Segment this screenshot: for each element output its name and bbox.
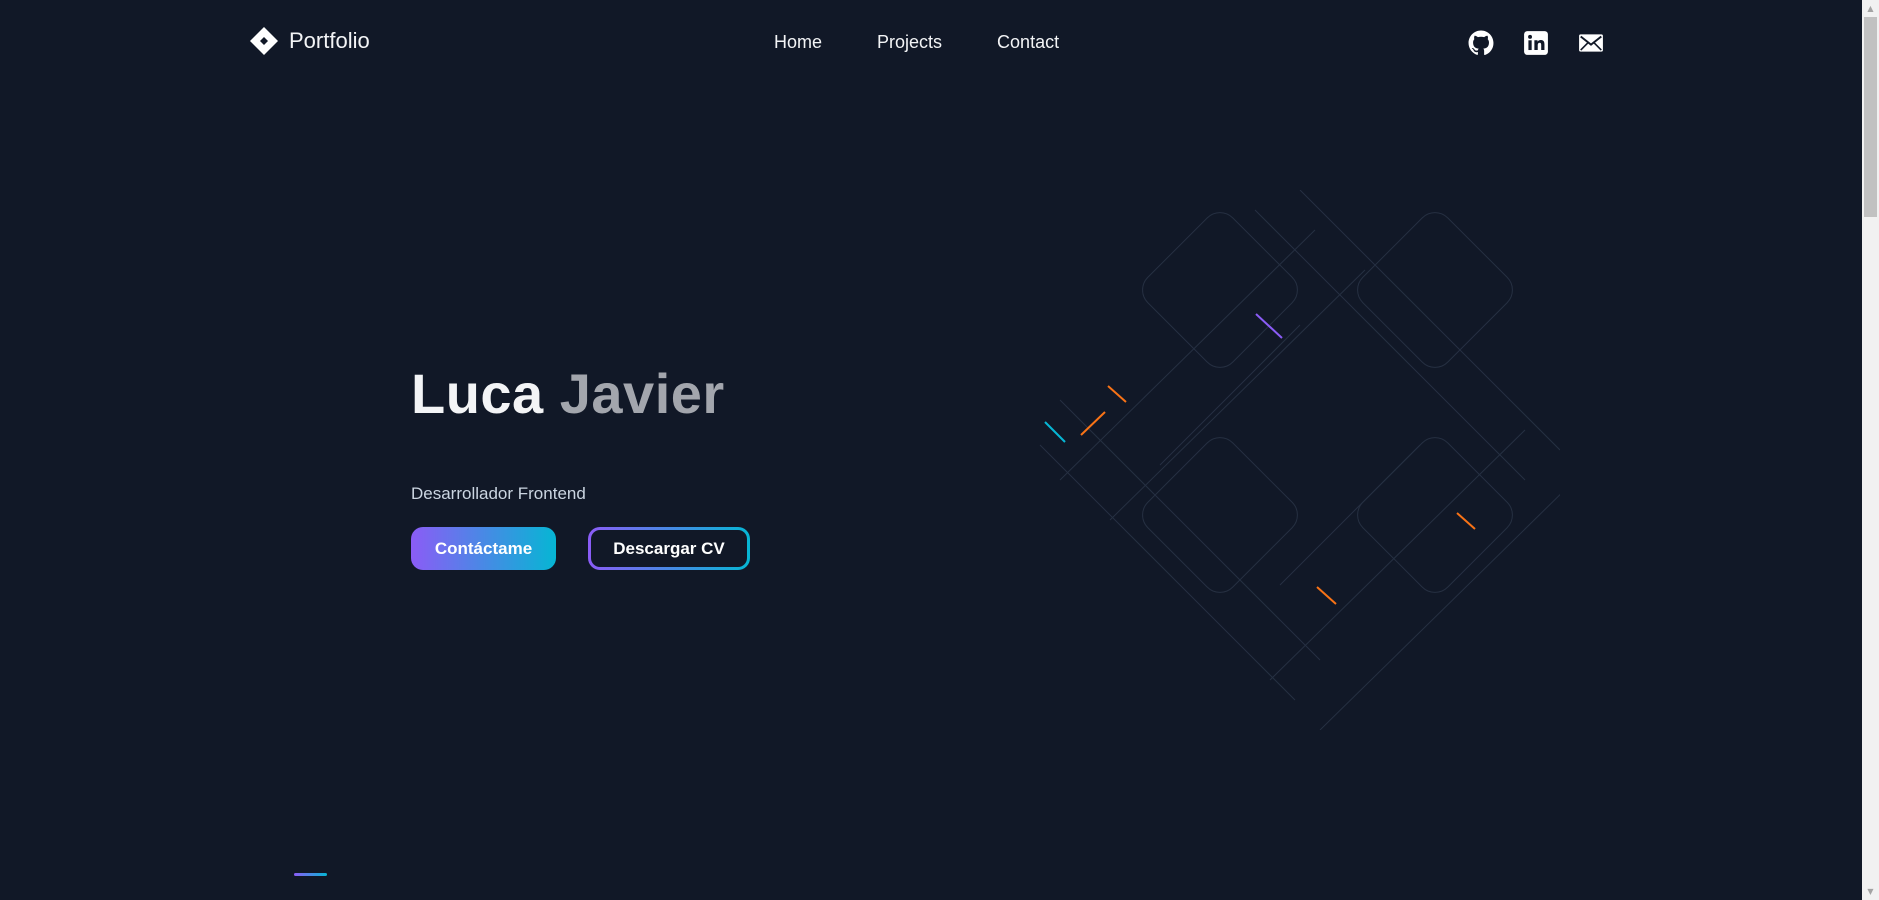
mail-link[interactable] [1578, 30, 1604, 56]
github-link[interactable] [1468, 30, 1494, 56]
scrollbar-thumb[interactable] [1864, 17, 1877, 217]
diamond-logo-icon [250, 27, 278, 55]
page: Portfolio Home Projects Contact Luca Jav… [0, 0, 1879, 900]
hero-name: Luca Javier [411, 362, 725, 426]
download-cv-label: Descargar CV [591, 530, 747, 567]
main-nav: Home Projects Contact [774, 32, 1059, 53]
social-links [1468, 30, 1604, 56]
nav-link-contact[interactable]: Contact [997, 32, 1059, 53]
scrollbar[interactable]: ▲ ▼ [1862, 0, 1879, 900]
background-line-art [1039, 190, 1560, 730]
github-icon [1468, 30, 1494, 55]
contact-me-button[interactable]: Contáctame [411, 527, 556, 570]
mail-icon [1579, 34, 1603, 52]
logo-link[interactable]: Portfolio [249, 26, 370, 56]
scroll-up-arrow-icon[interactable]: ▲ [1862, 0, 1879, 17]
download-cv-button[interactable]: Descargar CV [588, 527, 750, 570]
nav-link-projects[interactable]: Projects [877, 32, 942, 53]
nav-link-home[interactable]: Home [774, 32, 822, 53]
scroll-indicator [294, 873, 327, 876]
hero-role: Desarrollador Frontend [411, 484, 586, 503]
linkedin-link[interactable] [1523, 30, 1549, 56]
hero-last-name: Javier [559, 362, 725, 425]
linkedin-icon [1524, 31, 1548, 55]
scroll-down-arrow-icon[interactable]: ▼ [1862, 883, 1879, 900]
logo-text: Portfolio [289, 28, 370, 53]
hero-first-name: Luca [411, 362, 544, 425]
